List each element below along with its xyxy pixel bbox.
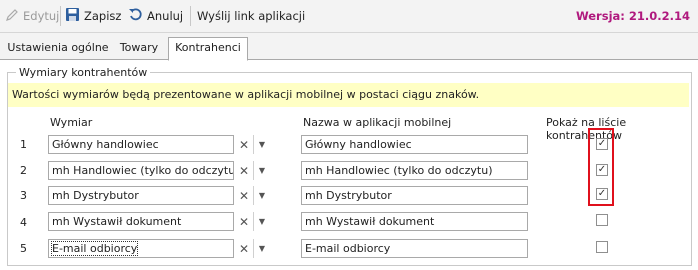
show-on-list-checkbox[interactable] [596,241,608,253]
column-header-dimension: Wymiar [50,116,93,129]
tab-general-settings[interactable]: Ustawienia ogólne [5,38,111,59]
info-banner: Wartości wymiarów będą prezentowane w ap… [8,83,689,107]
mobile-name-input[interactable]: Główny handlowiec [301,135,528,154]
dimension-value: Główny handlowiec [52,138,159,151]
dimension-combobox[interactable]: mh Handlowiec (tylko do odczytu) [48,161,234,180]
chevron-down-icon[interactable]: ▼ [253,239,270,258]
floppy-disk-icon [65,7,80,25]
dimension-value: mh Handlowiec (tylko do odczytu) [52,164,234,177]
send-link-button[interactable]: Wyślij link aplikacji [197,6,305,26]
mobile-name-input[interactable]: mh Handlowiec (tylko do odczytu) [301,161,528,180]
mobile-name-input[interactable]: mh Wystawił dokument [301,212,528,231]
send-link-button-label: Wyślij link aplikacji [197,9,306,23]
cancel-button-label: Anuluj [147,9,184,23]
tab-bar: Ustawienia ogólne Towary Kontrahenci [0,33,698,61]
dimension-combobox[interactable]: mh Wystawił dokument [48,212,234,231]
clear-x-icon[interactable]: ✕ [235,161,253,180]
version-label: Wersja: 21.0.2.14 [575,9,690,23]
chevron-down-icon[interactable]: ▼ [253,212,270,231]
undo-icon [128,7,143,25]
save-button[interactable]: Zapisz [65,6,121,26]
mobile-name-input[interactable]: E-mail odbiorcy [301,239,528,258]
tab-label: Ustawienia ogólne [7,41,109,54]
mobile-name-input[interactable]: mh Dystrybutor [301,186,528,205]
dimension-combobox[interactable]: mh Dystrybutor [48,186,234,205]
clear-x-icon[interactable]: ✕ [235,135,253,154]
column-header-mobile-name: Nazwa w aplikacji mobilnej [303,116,452,129]
chevron-down-icon[interactable]: ▼ [253,186,270,205]
clear-x-icon[interactable]: ✕ [235,212,253,231]
edit-button-label: Edytuj [23,9,60,23]
tab-contractors[interactable]: Kontrahenci [168,37,248,61]
chevron-down-icon[interactable]: ▼ [253,135,270,154]
toolbar: Edytuj Zapisz Anuluj Wyślij link aplikac… [0,0,698,33]
dimension-value: E-mail odbiorcy [50,241,139,256]
pencil-icon [5,8,19,25]
save-button-label: Zapisz [84,9,122,23]
edit-button[interactable]: Edytuj [5,6,59,26]
row-number: 4 [20,216,27,229]
toolbar-separator [60,6,61,26]
row-number: 5 [20,242,27,255]
show-on-list-checkbox[interactable] [596,214,608,226]
row-number: 3 [20,189,27,202]
column-header-show-on-list: Pokaż na liście kontrahentów [546,116,627,142]
clear-x-icon[interactable]: ✕ [235,239,253,258]
row-number: 1 [20,138,27,151]
chevron-down-icon[interactable]: ▼ [253,161,270,180]
group-title: Wymiary kontrahentów [16,66,151,79]
checkbox-highlight-frame [588,128,614,206]
dimension-combobox[interactable]: Główny handlowiec [48,135,234,154]
dimension-value: mh Wystawił dokument [52,215,182,228]
row-number: 2 [20,164,27,177]
tab-products[interactable]: Towary [113,38,165,59]
dimension-value: mh Dystrybutor [52,189,139,202]
clear-x-icon[interactable]: ✕ [235,186,253,205]
dimension-combobox[interactable]: E-mail odbiorcy [48,239,234,258]
cancel-button[interactable]: Anuluj [128,6,183,26]
toolbar-separator [190,6,191,26]
tab-label: Kontrahenci [175,41,241,54]
tab-label: Towary [119,41,159,54]
